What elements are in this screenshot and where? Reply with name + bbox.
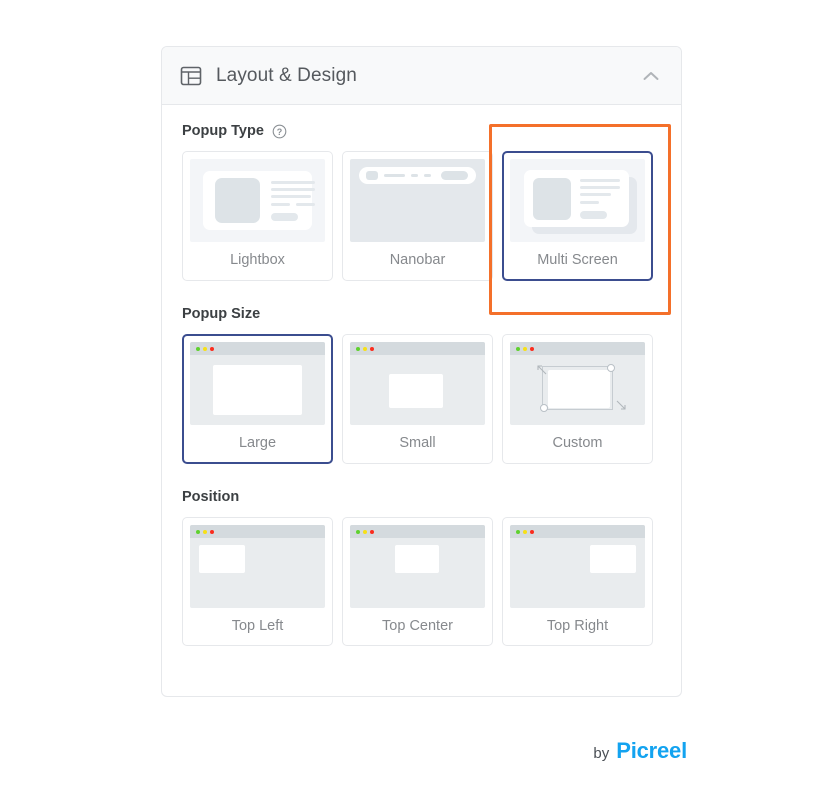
multi-screen-preview (510, 159, 645, 242)
position-card-top-left[interactable]: Top Left (182, 517, 333, 646)
preview-image-block (533, 177, 571, 220)
custom-preview (510, 342, 645, 425)
popup-size-card-small[interactable]: Small (342, 334, 493, 464)
lightbox-preview (190, 159, 325, 242)
popup-size-label: Popup Size (182, 306, 261, 322)
resize-handle-icon[interactable] (606, 364, 615, 372)
section-title-popup-type: Popup Type ? (182, 123, 661, 139)
position-label-top-right: Top Right (546, 618, 609, 634)
popup-type-label-lightbox: Lightbox (230, 252, 285, 268)
nanobar-preview (350, 159, 485, 242)
popup-type-card-multi-screen[interactable]: Multi Screen (502, 151, 653, 281)
traffic-light-green-icon (516, 346, 520, 351)
traffic-light-yellow-icon (523, 529, 527, 534)
position-options: Top Left Top Center Top Right (182, 517, 661, 646)
footer-branding: by Picreel (593, 738, 687, 764)
traffic-light-yellow-icon (363, 346, 367, 351)
traffic-light-red-icon (530, 529, 534, 534)
traffic-light-red-icon (210, 346, 214, 351)
popup-type-label-multi-screen: Multi Screen (537, 252, 618, 268)
traffic-light-red-icon (370, 346, 374, 351)
footer-by-label: by (593, 745, 610, 762)
position-label: Position (182, 489, 240, 505)
traffic-light-yellow-icon (363, 529, 367, 534)
traffic-light-green-icon (356, 346, 360, 351)
chevron-up-icon[interactable] (639, 64, 663, 88)
traffic-light-yellow-icon (523, 346, 527, 351)
position-card-top-center[interactable]: Top Center (342, 517, 493, 646)
popup-size-card-large[interactable]: Large (182, 334, 333, 464)
popup-window-shape (389, 374, 444, 408)
top-center-preview (350, 525, 485, 608)
question-mark-circle-icon[interactable]: ? (272, 124, 287, 139)
popup-window-shape (199, 545, 246, 573)
traffic-light-yellow-icon (203, 529, 207, 534)
browser-titlebar (350, 525, 485, 538)
popup-size-card-custom[interactable]: Custom (502, 334, 653, 464)
traffic-light-green-icon (516, 529, 520, 534)
popup-size-label-large: Large (238, 435, 277, 451)
browser-titlebar (350, 342, 485, 355)
page-title: Layout & Design (216, 64, 357, 86)
position-label-top-left: Top Left (231, 618, 284, 634)
popup-window-shape (394, 545, 440, 573)
section-title-popup-size: Popup Size (182, 306, 661, 322)
resize-frame[interactable] (540, 364, 615, 412)
traffic-light-green-icon (356, 529, 360, 534)
popup-window-shape (589, 545, 636, 573)
popup-size-options: Large Small Custom (182, 334, 661, 464)
layout-design-panel: Layout & Design Popup Type ? Lightbox Na… (161, 46, 682, 697)
panel-header[interactable]: Layout & Design (162, 47, 681, 105)
popup-type-label-nanobar: Nanobar (389, 252, 446, 268)
browser-titlebar (190, 342, 325, 355)
resize-arrow-icon (616, 400, 626, 410)
preview-image-block (215, 178, 260, 223)
traffic-light-yellow-icon (203, 346, 207, 351)
popup-type-card-lightbox[interactable]: Lightbox (182, 151, 333, 281)
panel-body: Popup Type ? Lightbox Nanobar Multi Scre… (162, 105, 681, 646)
position-card-top-right[interactable]: Top Right (502, 517, 653, 646)
traffic-light-red-icon (370, 529, 374, 534)
popup-type-options: Lightbox Nanobar Multi Screen (182, 151, 661, 281)
browser-titlebar (510, 525, 645, 538)
resize-arrow-icon (537, 365, 547, 375)
top-right-preview (510, 525, 645, 608)
position-label-top-center: Top Center (382, 618, 453, 634)
popup-window-shape (212, 365, 303, 415)
popup-size-label-custom: Custom (552, 435, 603, 451)
traffic-light-red-icon (530, 346, 534, 351)
browser-titlebar (190, 525, 325, 538)
small-preview (350, 342, 485, 425)
browser-titlebar (510, 342, 645, 355)
popup-type-label: Popup Type (182, 123, 264, 139)
traffic-light-green-icon (196, 346, 200, 351)
traffic-light-green-icon (196, 529, 200, 534)
top-left-preview (190, 525, 325, 608)
layout-icon (180, 65, 202, 87)
popup-size-label-small: Small (399, 435, 436, 451)
resize-handle-icon[interactable] (540, 404, 549, 412)
traffic-light-red-icon (210, 529, 214, 534)
section-title-position: Position (182, 489, 661, 505)
large-preview (190, 342, 325, 425)
svg-text:?: ? (277, 126, 283, 136)
popup-type-card-nanobar[interactable]: Nanobar (342, 151, 493, 281)
picreel-logo[interactable]: Picreel (616, 738, 687, 764)
